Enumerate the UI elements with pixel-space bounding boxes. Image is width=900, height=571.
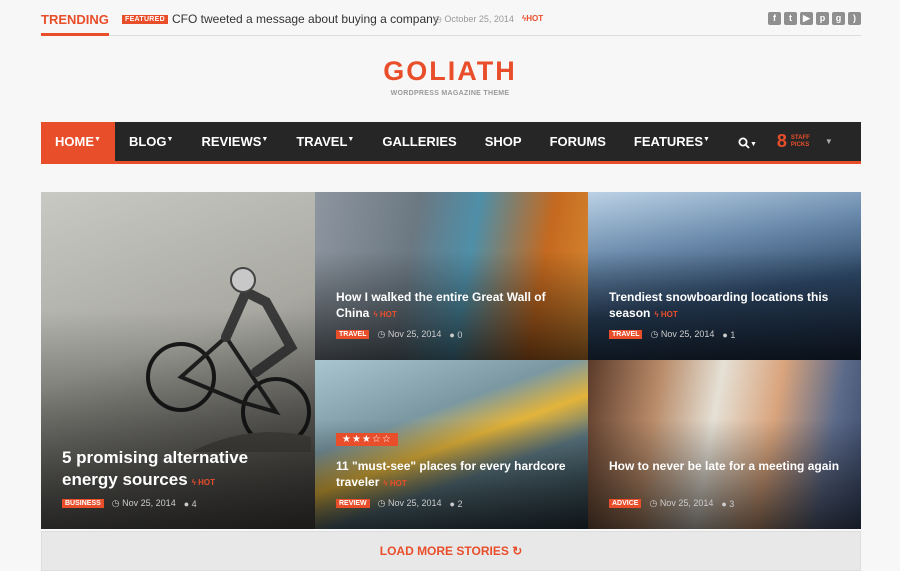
post-meta: REVIEW ◷ Nov 25, 2014 ● 2	[336, 498, 462, 509]
clock-icon: ◷	[377, 329, 388, 339]
site-logo[interactable]: GOLIATH	[0, 56, 900, 87]
rating-stars: ★★★☆☆	[336, 433, 398, 446]
comment-icon: ●	[183, 498, 192, 509]
nav-item-home[interactable]: HOME▼	[41, 122, 115, 161]
category-badge[interactable]: BUSINESS	[62, 499, 104, 508]
nav-item-blog[interactable]: BLOG▼	[115, 122, 188, 161]
facebook-icon[interactable]: f	[768, 12, 781, 25]
caret-down-icon: ▼	[749, 141, 757, 148]
category-badge[interactable]: REVIEW	[336, 499, 370, 508]
caret-down-icon: ▼	[347, 136, 355, 143]
featured-badge: FEATURED	[122, 15, 168, 24]
trending-hot-badge: ϟHOT	[522, 14, 544, 23]
caret-down-icon: ▼	[261, 136, 269, 143]
post-title[interactable]: Trendiest snowboarding locations this se…	[609, 289, 845, 323]
post-date: ◷ Nov 25, 2014	[650, 329, 715, 339]
search-button[interactable]: ▼	[724, 122, 771, 161]
search-icon	[738, 137, 750, 149]
nav-item-reviews[interactable]: REVIEWS▼	[187, 122, 282, 161]
nav-item-galleries[interactable]: GALLERIES	[368, 122, 470, 161]
hot-badge: ϟ HOT	[191, 478, 216, 487]
post-card[interactable]: How to never be late for a meeting again…	[588, 360, 861, 529]
comment-count[interactable]: ● 4	[184, 499, 197, 509]
post-title[interactable]: How I walked the entire Great Wall of Ch…	[336, 289, 572, 323]
clock-icon: ◷	[649, 498, 660, 508]
post-card[interactable]: 5 promising alternative energy sources ϟ …	[41, 192, 315, 529]
clock-icon: ◷	[111, 498, 123, 508]
category-badge[interactable]: TRAVEL	[609, 330, 643, 339]
nav-item-forums[interactable]: FORUMS	[536, 122, 620, 161]
site-tagline: WORDPRESS MAGAZINE THEME	[390, 90, 510, 97]
post-date: ◷ Nov 25, 2014	[377, 498, 442, 508]
caret-down-icon: ▼	[703, 136, 710, 143]
nav-item-features[interactable]: FEATURES▼	[620, 122, 724, 161]
post-title[interactable]: 5 promising alternative energy sources ϟ …	[62, 447, 299, 494]
category-badge[interactable]: ADVICE	[609, 499, 642, 508]
clock-icon: ◷	[650, 329, 661, 339]
comment-count[interactable]: ● 2	[450, 499, 463, 509]
comment-count[interactable]: ● 1	[722, 330, 735, 340]
comment-count[interactable]: ● 0	[449, 330, 462, 340]
comment-count[interactable]: ● 3	[721, 499, 734, 509]
refresh-icon: ↻	[512, 544, 523, 558]
caret-down-icon: ▼	[824, 137, 833, 146]
load-more-button[interactable]: LOAD MORE STORIES ↻	[41, 531, 861, 571]
page: TRENDING FEATURED CFO tweeted a message …	[0, 0, 900, 571]
googleplus-icon[interactable]: g	[832, 12, 845, 25]
clock-icon: ◷	[377, 498, 388, 508]
post-card[interactable]: ★★★☆☆ 11 "must-see" places for every har…	[315, 360, 588, 529]
post-meta: TRAVEL ◷ Nov 25, 2014 ● 1	[609, 329, 735, 340]
post-meta: ADVICE ◷ Nov 25, 2014 ● 3	[609, 498, 734, 509]
trending-headline-link[interactable]: CFO tweeted a message about buying a com…	[172, 12, 439, 26]
trending-date: ◷ October 25, 2014	[434, 14, 514, 24]
twitter-icon[interactable]: t	[784, 12, 797, 25]
category-badge[interactable]: TRAVEL	[336, 330, 370, 339]
hot-badge: ϟ HOT	[654, 310, 678, 319]
staff-picks-button[interactable]: 8 STAFF PICKS ▼	[771, 122, 839, 161]
nav-item-travel[interactable]: TRAVEL▼	[282, 122, 368, 161]
social-links: f t ▶ p g )	[768, 12, 861, 25]
post-date: ◷ Nov 25, 2014	[111, 498, 176, 508]
post-card[interactable]: How I walked the entire Great Wall of Ch…	[315, 192, 588, 360]
hot-badge: ϟ HOT	[383, 479, 407, 488]
post-date: ◷ Nov 25, 2014	[377, 329, 442, 339]
trending-label: TRENDING	[41, 12, 109, 36]
main-nav: HOME▼ BLOG▼ REVIEWS▼ TRAVEL▼ GALLERIES S…	[41, 122, 861, 164]
nav-item-shop[interactable]: SHOP	[471, 122, 536, 161]
trending-bar: TRENDING FEATURED CFO tweeted a message …	[41, 8, 861, 36]
hot-badge: ϟ HOT	[373, 310, 397, 319]
staff-picks-count: 8	[776, 131, 787, 151]
post-title[interactable]: How to never be late for a meeting again	[609, 458, 845, 474]
post-meta: TRAVEL ◷ Nov 25, 2014 ● 0	[336, 329, 462, 340]
caret-down-icon: ▼	[94, 136, 101, 143]
pinterest-icon[interactable]: p	[816, 12, 829, 25]
clock-icon: ◷	[434, 14, 445, 24]
post-date: ◷ Nov 25, 2014	[649, 498, 714, 508]
post-title[interactable]: 11 "must-see" places for every hardcore …	[336, 458, 572, 492]
youtube-icon[interactable]: ▶	[800, 12, 813, 25]
caret-down-icon: ▼	[166, 136, 174, 143]
rss-icon[interactable]: )	[848, 12, 861, 25]
post-meta: BUSINESS ◷ Nov 25, 2014 ● 4	[62, 498, 197, 509]
post-card[interactable]: Trendiest snowboarding locations this se…	[588, 192, 861, 360]
staff-picks-label: STAFF PICKS	[790, 134, 810, 148]
